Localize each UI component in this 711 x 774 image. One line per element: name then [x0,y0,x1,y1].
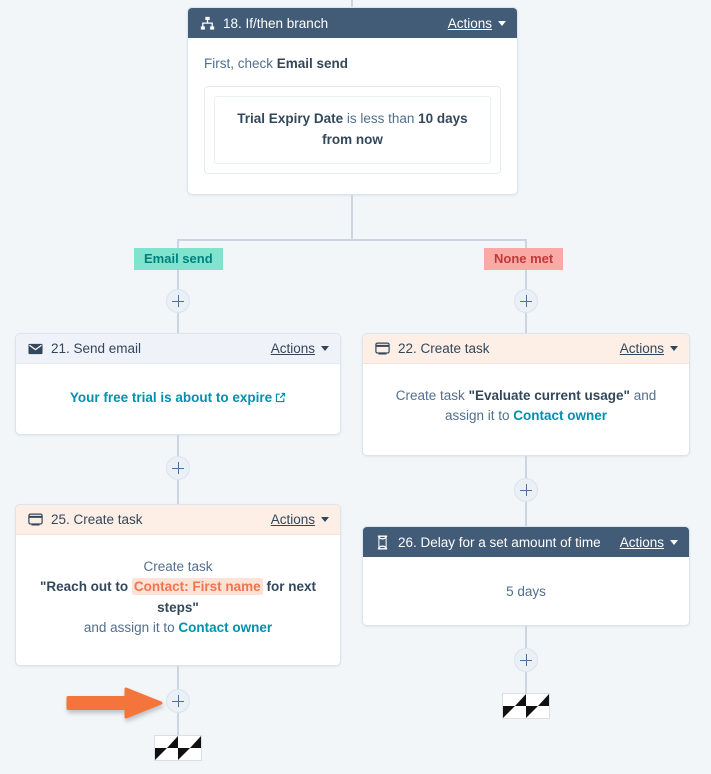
add-step-button-left-3[interactable] [166,689,190,713]
actions-dropdown[interactable]: Actions [271,512,329,527]
condition-property: Trial Expiry Date [237,111,344,127]
add-step-button-right-1[interactable] [514,289,538,313]
workflow-step-card-create-task-25[interactable]: 25. Create task Actions Create task "Rea… [15,504,341,666]
chevron-down-icon [498,20,506,26]
actions-label: Actions [447,15,492,31]
branch-label-none-met: None met [484,248,564,270]
task-name: "Evaluate current usage" [468,388,630,403]
branch-lead-text: First, check Email send [204,54,501,74]
condition-group: Trial Expiry Date is less than 10 days f… [204,86,501,175]
actions-label: Actions [270,512,315,527]
task-owner[interactable]: Contact owner [513,408,607,423]
task-line-1: Create task [143,559,213,574]
connector-right-d [525,502,527,526]
connector-left-d [177,480,179,504]
workflow-step-card-send-email[interactable]: 21. Send email Actions Your free trial i… [15,333,341,435]
connector-right-a [525,270,527,290]
connector-right-e [525,626,527,648]
card-body: Create task "Evaluate current usage" and… [363,364,689,427]
card-header: 18. If/then branch Actions [188,8,517,38]
connector-left-e [177,666,179,689]
email-link[interactable]: Your free trial is about to expire [70,390,272,405]
condition-row: Trial Expiry Date is less than 10 days f… [214,96,491,165]
add-step-button-left-1[interactable] [166,289,190,313]
hourglass-icon [374,534,390,550]
chevron-down-icon [670,346,678,351]
card-header: 26. Delay for a set amount of time Actio… [363,527,689,557]
actions-label: Actions [270,341,315,356]
workflow-step-card-delay[interactable]: 26. Delay for a set amount of time Actio… [362,526,690,626]
task-icon [374,341,390,357]
card-body: 5 days [363,557,689,618]
connector-right-f [525,672,527,693]
connector-right-b [525,313,527,334]
end-flag-left [154,735,202,761]
task-icon [27,512,43,528]
actions-label: Actions [619,341,664,356]
workflow-step-card-branch[interactable]: 18. If/then branch Actions First, check … [187,7,518,195]
branch-lead-prefix: First, check [204,56,277,71]
add-step-button-left-2[interactable] [166,456,190,480]
end-flag-right [502,693,550,719]
actions-dropdown[interactable]: Actions [620,535,678,550]
personalization-token[interactable]: Contact: First name [131,578,263,596]
chevron-down-icon [670,539,678,545]
actions-dropdown[interactable]: Actions [271,341,329,356]
connector-left-c [177,435,179,456]
card-body: Your free trial is about to expire [16,364,340,425]
card-body: Create task "Reach out to Contact: First… [16,535,340,638]
chevron-down-icon [321,517,329,522]
card-title: 25. Create task [51,512,143,527]
delay-duration: 5 days [506,584,546,599]
task-owner[interactable]: Contact owner [178,620,272,635]
workflow-canvas: 18. If/then branch Actions First, check … [0,0,711,774]
add-step-button-right-2[interactable] [514,478,538,502]
connector-left-f [177,713,179,735]
connector-right-c [525,456,527,478]
card-header: 22. Create task Actions [363,334,689,364]
card-body: First, check Email send Trial Expiry Dat… [188,38,517,175]
task-quote-line: "Reach out to Contact: First name for ne… [34,577,322,618]
connector-branch-stem [351,195,353,240]
external-link-icon[interactable] [275,389,286,409]
card-title: 26. Delay for a set amount of time [398,534,601,550]
card-title: 18. If/then branch [223,15,329,31]
branch-icon [199,15,215,31]
card-header: 25. Create task Actions [16,505,340,535]
connector-branch-split [177,239,527,241]
branch-lead-subject: Email send [276,56,349,71]
card-title: 22. Create task [398,341,490,356]
chevron-down-icon [321,346,329,351]
actions-label: Actions [619,534,664,550]
actions-dropdown[interactable]: Actions [448,16,506,31]
orange-arrow-annotation [66,686,164,725]
envelope-icon [27,341,43,357]
task-assign-prefix: and assign it to [83,619,179,635]
connector-left-a [177,270,179,290]
task-quote-open: "Reach out to [40,579,132,595]
task-assign-line: and assign it to Contact owner [34,618,322,638]
branch-label-email-send: Email send [134,248,223,270]
add-step-button-right-3[interactable] [514,648,538,672]
card-header: 21. Send email Actions [16,334,340,364]
actions-dropdown[interactable]: Actions [620,341,678,356]
connector-left-b [177,313,179,334]
card-title: 21. Send email [51,341,142,356]
condition-operator: is less than [343,111,419,127]
task-prefix: Create task [395,388,469,403]
workflow-step-card-create-task-22[interactable]: 22. Create task Actions Create task "Eva… [362,333,690,456]
